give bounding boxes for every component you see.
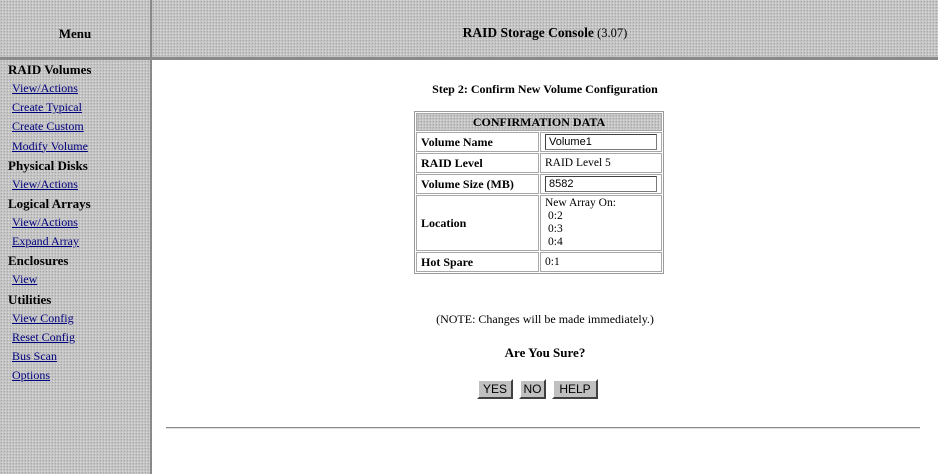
hot-spare-value: 0:1	[540, 252, 662, 272]
raid-level-label: RAID Level	[416, 153, 539, 173]
volume-name-field[interactable]: Volume1	[545, 134, 657, 150]
confirmation-table: CONFIRMATION DATA Volume Name Volume1 RA…	[414, 111, 664, 274]
section-raid-volumes: RAID Volumes	[8, 62, 92, 77]
link-reset-config[interactable]: Reset Config	[8, 328, 148, 347]
link-raid-view-actions[interactable]: View/Actions	[8, 79, 148, 98]
main-content: Step 2: Confirm New Volume Configuration…	[152, 60, 938, 474]
link-view-config[interactable]: View Config	[8, 309, 148, 328]
location-value: New Array On: 0:2 0:3 0:4	[540, 195, 662, 251]
divider	[166, 427, 920, 429]
sidebar-title: Menu	[0, 0, 150, 60]
link-create-custom[interactable]: Create Custom	[8, 117, 148, 136]
volume-name-label: Volume Name	[416, 132, 539, 152]
sidebar: Menu RAID Volumes View/Actions Create Ty…	[0, 0, 152, 474]
console-title: RAID Storage Console	[462, 25, 594, 40]
link-modify-volume[interactable]: Modify Volume	[8, 137, 148, 156]
link-expand-array[interactable]: Expand Array	[8, 232, 148, 251]
link-bus-scan[interactable]: Bus Scan	[8, 347, 148, 366]
raid-level-value: RAID Level 5	[540, 153, 662, 173]
link-disks-view-actions[interactable]: View/Actions	[8, 175, 148, 194]
location-line: 0:3	[548, 223, 563, 235]
note-text: (NOTE: Changes will be made immediately.…	[436, 312, 654, 326]
volume-size-field[interactable]: 8582	[545, 176, 657, 192]
yes-button[interactable]: YES	[477, 379, 513, 399]
link-create-typical[interactable]: Create Typical	[8, 98, 148, 117]
help-button[interactable]: HELP	[552, 379, 598, 399]
location-label: Location	[416, 195, 539, 251]
link-enclosures-view[interactable]: View	[8, 270, 148, 289]
location-line: 0:2	[548, 210, 563, 222]
volume-size-label: Volume Size (MB)	[416, 174, 539, 194]
console-version: (3.07)	[597, 26, 628, 40]
table-heading: CONFIRMATION DATA	[416, 113, 662, 131]
location-line: 0:4	[548, 236, 563, 248]
section-physical-disks: Physical Disks	[8, 157, 88, 173]
hot-spare-label: Hot Spare	[416, 252, 539, 272]
step-title: Step 2: Confirm New Volume Configuration	[432, 82, 658, 96]
confirm-question: Are You Sure?	[504, 345, 586, 360]
section-enclosures: Enclosures	[8, 253, 69, 269]
no-button[interactable]: NO	[519, 379, 546, 399]
location-line: New Array On:	[545, 197, 616, 209]
section-utilities: Utilities	[8, 291, 52, 307]
header: RAID Storage Console (3.07)	[152, 0, 938, 60]
link-arrays-view-actions[interactable]: View/Actions	[8, 213, 148, 232]
section-logical-arrays: Logical Arrays	[8, 195, 91, 211]
link-options[interactable]: Options	[8, 366, 148, 385]
menu-list: RAID Volumes View/Actions Create Typical…	[8, 60, 148, 385]
